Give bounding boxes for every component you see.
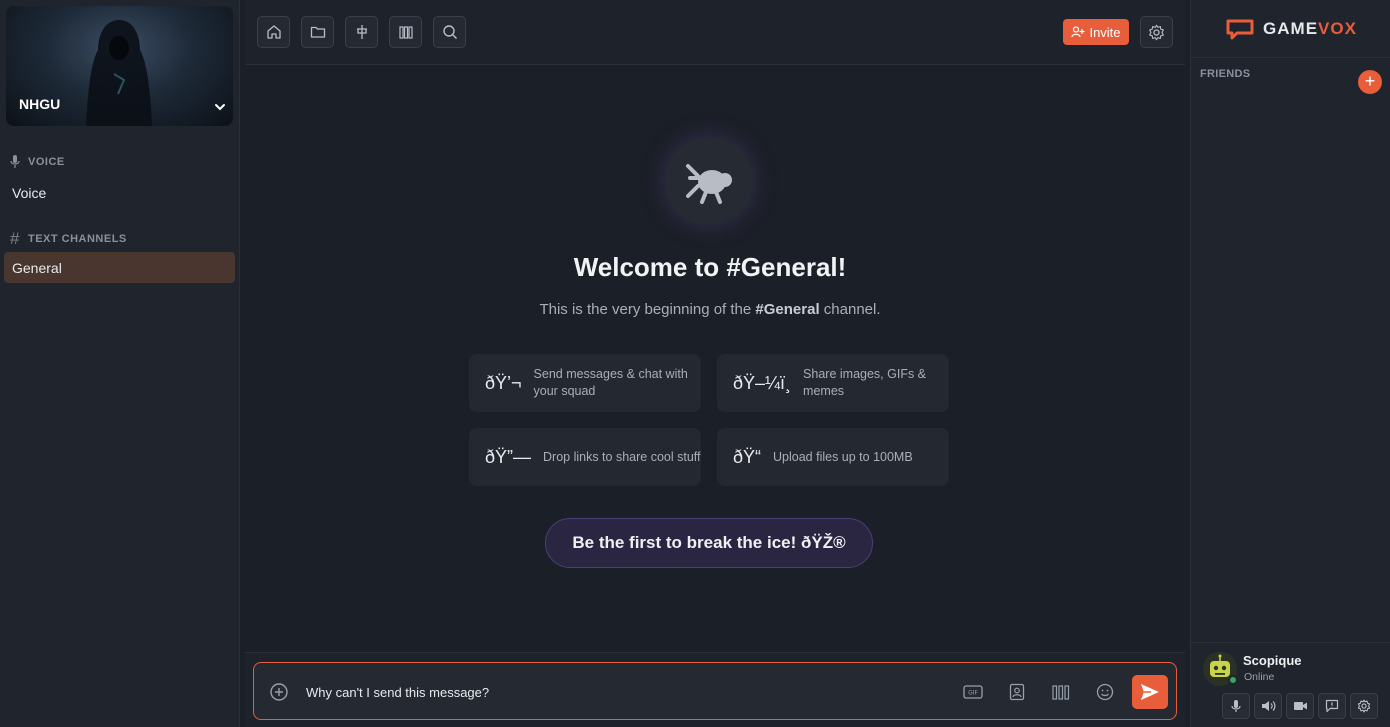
plus-circle-icon[interactable] — [269, 682, 289, 702]
voice-section-header: VOICE — [10, 155, 65, 168]
gamevox-logo-icon — [1226, 19, 1254, 39]
mute-button[interactable] — [1222, 693, 1250, 719]
composer-bar: GIF — [245, 652, 1185, 727]
card-text: Share images, GIFs & memes — [803, 367, 927, 398]
friends-panel: GAMEVOX FRIENDS + Scopique Online — [1190, 0, 1390, 727]
user-status: Online — [1244, 671, 1275, 683]
online-status-dot — [1228, 675, 1238, 685]
user-name: Scopique — [1243, 653, 1302, 668]
card-emoji: ðŸ’¬ — [485, 372, 522, 393]
break-ice-button[interactable]: Be the first to break the ice! ðŸŽ® — [545, 518, 873, 568]
library-button[interactable] — [389, 16, 422, 48]
channel-welcome-logo — [665, 137, 753, 225]
home-button[interactable] — [257, 16, 290, 48]
text-section-header: # TEXT CHANNELS — [10, 229, 127, 249]
app-window: NHGU VOICE Voice # TEXT CHANNELS General — [0, 0, 1390, 727]
sticker-button[interactable] — [1006, 681, 1028, 703]
card-emoji: ðŸ“ — [733, 446, 762, 467]
gear-icon — [1149, 24, 1164, 40]
card-emoji: ðŸ–¼ï¸ — [733, 372, 792, 393]
home-icon — [266, 25, 281, 39]
emoji-icon — [1096, 683, 1114, 701]
feedback-icon — [1325, 699, 1339, 713]
search-button[interactable] — [433, 16, 466, 48]
feature-card: ðŸ–¼ï¸ Share images, GIFs & memes — [717, 354, 949, 412]
invite-label: Invite — [1089, 24, 1121, 40]
welcome-title: Welcome to #General! — [573, 252, 847, 282]
emoji-button[interactable] — [1094, 681, 1116, 703]
hash-icon: # — [10, 229, 20, 248]
channel-sidebar: NHGU VOICE Voice # TEXT CHANNELS General — [0, 0, 240, 727]
settings-button[interactable] — [1140, 16, 1173, 48]
channel-voice[interactable]: Voice — [4, 177, 235, 208]
pins-button[interactable] — [345, 16, 378, 48]
message-input[interactable] — [306, 680, 906, 704]
deafen-button[interactable] — [1254, 693, 1282, 719]
pin-icon — [356, 25, 367, 39]
chevron-down-icon[interactable] — [213, 100, 227, 114]
avatar[interactable] — [1203, 652, 1238, 686]
library-icon — [1052, 685, 1070, 700]
gif-button[interactable]: GIF — [962, 681, 984, 703]
feature-card: ðŸ“ Upload files up to 100MB — [717, 428, 949, 486]
user-settings-button[interactable] — [1350, 693, 1378, 719]
welcome-sub-channel: #General — [755, 301, 820, 318]
card-text: Upload files up to 100MB — [773, 449, 913, 464]
library-icon — [398, 26, 413, 39]
mascot-icon — [686, 164, 732, 204]
friends-label: FRIENDS — [1200, 68, 1251, 80]
card-text: Drop links to share cool stuff — [543, 449, 701, 464]
text-section-label: TEXT CHANNELS — [27, 233, 127, 245]
feature-card: ðŸ”— Drop links to share cool stuff — [469, 428, 701, 486]
add-friend-button[interactable]: + — [1358, 70, 1382, 94]
card-emoji: ðŸ”— — [485, 446, 532, 467]
brand-game: GAME — [1263, 18, 1319, 38]
add-user-icon — [1071, 26, 1085, 38]
microphone-icon — [1231, 700, 1241, 712]
user-panel: Scopique Online — [1191, 642, 1390, 727]
folder-icon — [310, 26, 325, 38]
video-camera-icon — [1293, 702, 1307, 710]
welcome-sub-suffix: channel. — [819, 301, 881, 318]
server-name: NHGU — [19, 96, 61, 112]
brand-name: GAMEVOX — [1263, 19, 1357, 39]
brand-vox: VOX — [1318, 18, 1357, 38]
svg-text:GIF: GIF — [968, 690, 978, 697]
gif-icon: GIF — [963, 685, 983, 699]
top-toolbar: Invite — [245, 0, 1185, 65]
chat-main: Invite Welcome to #General! This is the … — [245, 0, 1185, 727]
invite-button[interactable]: Invite — [1063, 19, 1129, 45]
send-button[interactable] — [1132, 675, 1168, 709]
gear-icon — [1357, 699, 1371, 713]
welcome-subtitle: This is the very beginning of the #Gener… — [245, 301, 1175, 318]
channel-general[interactable]: General — [4, 252, 235, 283]
hooded-figure-image — [86, 20, 152, 126]
sticker-icon — [1009, 683, 1025, 701]
camera-button[interactable] — [1286, 693, 1314, 719]
card-text: Send messages & chat with your squad — [533, 367, 688, 398]
files-button[interactable] — [301, 16, 334, 48]
feature-card: ðŸ’¬ Send messages & chat with your squa… — [469, 354, 701, 412]
library-composer-button[interactable] — [1050, 681, 1072, 703]
message-composer: GIF — [253, 662, 1177, 720]
voice-section-label: VOICE — [28, 155, 65, 168]
feedback-button[interactable] — [1318, 693, 1346, 719]
welcome-sub-prefix: This is the very beginning of the — [539, 301, 756, 318]
speaker-icon — [1261, 701, 1275, 711]
microphone-icon — [10, 155, 20, 168]
search-icon — [442, 25, 457, 40]
send-icon — [1141, 684, 1159, 700]
server-banner[interactable]: NHGU — [6, 6, 233, 126]
brand-logo: GAMEVOX — [1191, 0, 1390, 58]
